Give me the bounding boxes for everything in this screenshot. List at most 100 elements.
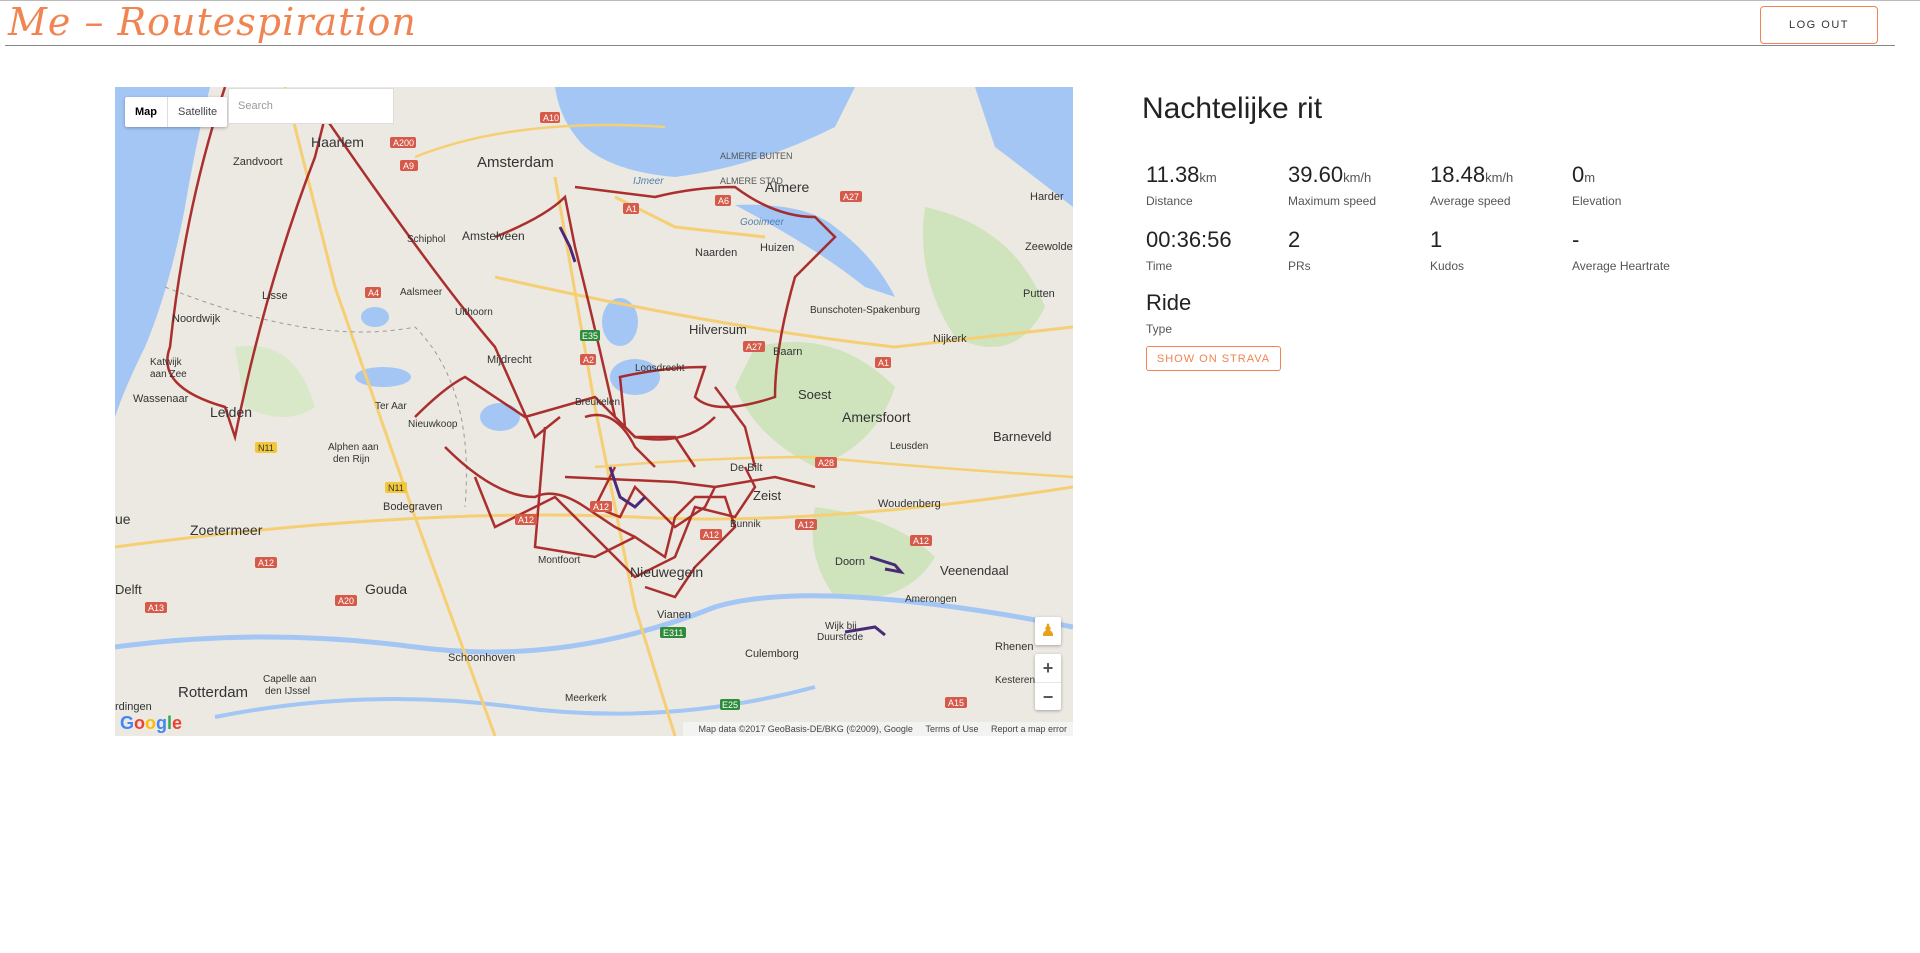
map-canvas[interactable]: A10 A200 A9 A1 A6 A27 A4 E35 A2 A27 A1 A… <box>115 87 1073 736</box>
svg-text:Woudenberg: Woudenberg <box>878 498 941 510</box>
svg-text:den Rijn: den Rijn <box>333 454 370 465</box>
svg-text:A12: A12 <box>593 502 609 512</box>
stat-label: Kudos <box>1430 259 1465 273</box>
svg-text:Bunnik: Bunnik <box>730 519 762 530</box>
svg-text:Uithoorn: Uithoorn <box>455 307 493 318</box>
map-type-map-button[interactable]: Map <box>125 97 168 127</box>
svg-text:A27: A27 <box>746 342 762 352</box>
svg-text:Doorn: Doorn <box>835 556 865 568</box>
svg-text:Naarden: Naarden <box>695 247 737 259</box>
svg-text:A15: A15 <box>948 698 964 708</box>
svg-text:ALMERE STAD: ALMERE STAD <box>720 176 783 186</box>
svg-text:A10: A10 <box>543 113 559 123</box>
stat-label: Distance <box>1146 194 1193 208</box>
terms-of-use-link[interactable]: Terms of Use <box>925 724 978 734</box>
stat-label: Average speed <box>1430 194 1511 208</box>
stat-label: Maximum speed <box>1288 194 1377 208</box>
zoom-in-button[interactable]: + <box>1035 654 1061 682</box>
svg-text:Noordwijk: Noordwijk <box>172 313 221 325</box>
veluwemeer <box>975 87 1073 207</box>
svg-text:Katwijk: Katwijk <box>150 357 183 368</box>
svg-text:E311: E311 <box>663 628 683 638</box>
svg-text:A28: A28 <box>818 458 834 468</box>
svg-text:Nieuwkoop: Nieuwkoop <box>408 419 458 430</box>
brand-logo[interactable]: Me – Routespiration <box>8 0 417 44</box>
svg-text:Alphen aan: Alphen aan <box>328 442 379 453</box>
stat-value: Ride <box>1146 290 1192 315</box>
zoom-out-button[interactable]: − <box>1035 683 1061 711</box>
map-search-input[interactable]: Search <box>228 88 394 124</box>
stat-average-heartrate: - Average Heartrate <box>1572 227 1712 273</box>
stat-time: 00:36:56 Time <box>1146 227 1286 273</box>
svg-text:Lisse: Lisse <box>262 290 288 302</box>
svg-text:Nieuwegein: Nieuwegein <box>630 564 703 580</box>
svg-text:Wijk bij: Wijk bij <box>825 621 857 632</box>
map-type-control: Map Satellite <box>125 97 228 127</box>
svg-text:Delft: Delft <box>115 582 142 597</box>
svg-text:Harder: Harder <box>1030 191 1064 203</box>
svg-text:Bunschoten-Spakenburg: Bunschoten-Spakenburg <box>810 305 920 316</box>
stat-type: Ride Type <box>1146 290 1286 336</box>
svg-text:N11: N11 <box>388 483 404 493</box>
show-on-strava-button[interactable]: SHOW ON STRAVA <box>1146 346 1281 371</box>
place-amsterdam: Amsterdam <box>477 154 554 171</box>
report-map-error-link[interactable]: Report a map error <box>991 724 1067 734</box>
svg-text:A12: A12 <box>518 515 534 525</box>
svg-text:Mijdrecht: Mijdrecht <box>487 354 532 366</box>
svg-text:Zandvoort: Zandvoort <box>233 156 283 168</box>
stat-unit: km/h <box>1485 170 1514 185</box>
svg-text:A12: A12 <box>258 558 274 568</box>
stat-label: Type <box>1146 322 1173 336</box>
header-divider <box>5 45 1895 46</box>
stat-max-speed: 39.60km/h Maximum speed <box>1288 162 1428 208</box>
svg-text:Meerkerk: Meerkerk <box>565 693 608 704</box>
svg-text:den IJssel: den IJssel <box>265 686 310 697</box>
stat-average-speed: 18.48km/h Average speed <box>1430 162 1570 208</box>
svg-text:aan Zee: aan Zee <box>150 369 187 380</box>
svg-text:Capelle aan: Capelle aan <box>263 674 316 685</box>
map-data-credit: Map data ©2017 GeoBasis-DE/BKG (©2009), … <box>698 724 913 734</box>
stat-value: 00:36:56 <box>1146 227 1232 252</box>
stat-label: Time <box>1146 259 1173 273</box>
svg-text:Schoonhoven: Schoonhoven <box>448 652 515 664</box>
ijmeer <box>555 87 855 177</box>
stat-value: 39.60 <box>1288 162 1344 187</box>
svg-text:A13: A13 <box>148 603 164 613</box>
map-type-satellite-button[interactable]: Satellite <box>168 97 227 127</box>
svg-text:Baarn: Baarn <box>773 346 802 358</box>
activity-title: Nachtelijke rit <box>1142 92 1323 125</box>
svg-text:De Bilt: De Bilt <box>730 462 762 474</box>
svg-text:E25: E25 <box>722 700 738 710</box>
svg-text:A12: A12 <box>798 520 814 530</box>
svg-text:A200: A200 <box>393 138 414 148</box>
stat-value: 0 <box>1572 162 1585 187</box>
svg-text:Amerongen: Amerongen <box>905 594 957 605</box>
svg-text:Schiphol: Schiphol <box>407 234 445 245</box>
stat-prs: 2 PRs <box>1288 227 1428 273</box>
stat-label: PRs <box>1288 259 1311 273</box>
street-view-pegman-icon[interactable]: ♟ <box>1035 617 1061 645</box>
svg-text:Gouda: Gouda <box>365 581 407 597</box>
map-attribution: Map data ©2017 GeoBasis-DE/BKG (©2009), … <box>682 722 1073 736</box>
svg-text:Gooimeer: Gooimeer <box>740 217 785 228</box>
svg-text:Zoetermeer: Zoetermeer <box>190 522 263 538</box>
route-map[interactable]: A10 A200 A9 A1 A6 A27 A4 E35 A2 A27 A1 A… <box>115 87 1073 736</box>
stat-unit: m <box>1584 170 1596 185</box>
logout-button[interactable]: LOG OUT <box>1760 6 1878 44</box>
app-header: Me – Routespiration LOG OUT <box>0 0 1920 48</box>
stat-unit: km/h <box>1343 170 1372 185</box>
stat-value: 2 <box>1288 227 1301 252</box>
svg-text:Haarlem: Haarlem <box>311 134 364 150</box>
svg-text:E35: E35 <box>582 331 598 341</box>
svg-text:Aalsmeer: Aalsmeer <box>400 287 443 298</box>
stat-elevation: 0m Elevation <box>1572 162 1712 208</box>
svg-text:Zeist: Zeist <box>753 488 782 503</box>
svg-text:Soest: Soest <box>798 387 832 402</box>
svg-text:A2: A2 <box>583 355 594 365</box>
svg-text:A12: A12 <box>913 536 929 546</box>
svg-text:rdingen: rdingen <box>115 701 152 713</box>
svg-text:Ter Aar: Ter Aar <box>375 401 407 412</box>
svg-text:Breukelen: Breukelen <box>575 397 620 408</box>
svg-text:Bodegraven: Bodegraven <box>383 501 442 513</box>
stat-value: 18.48 <box>1430 162 1486 187</box>
